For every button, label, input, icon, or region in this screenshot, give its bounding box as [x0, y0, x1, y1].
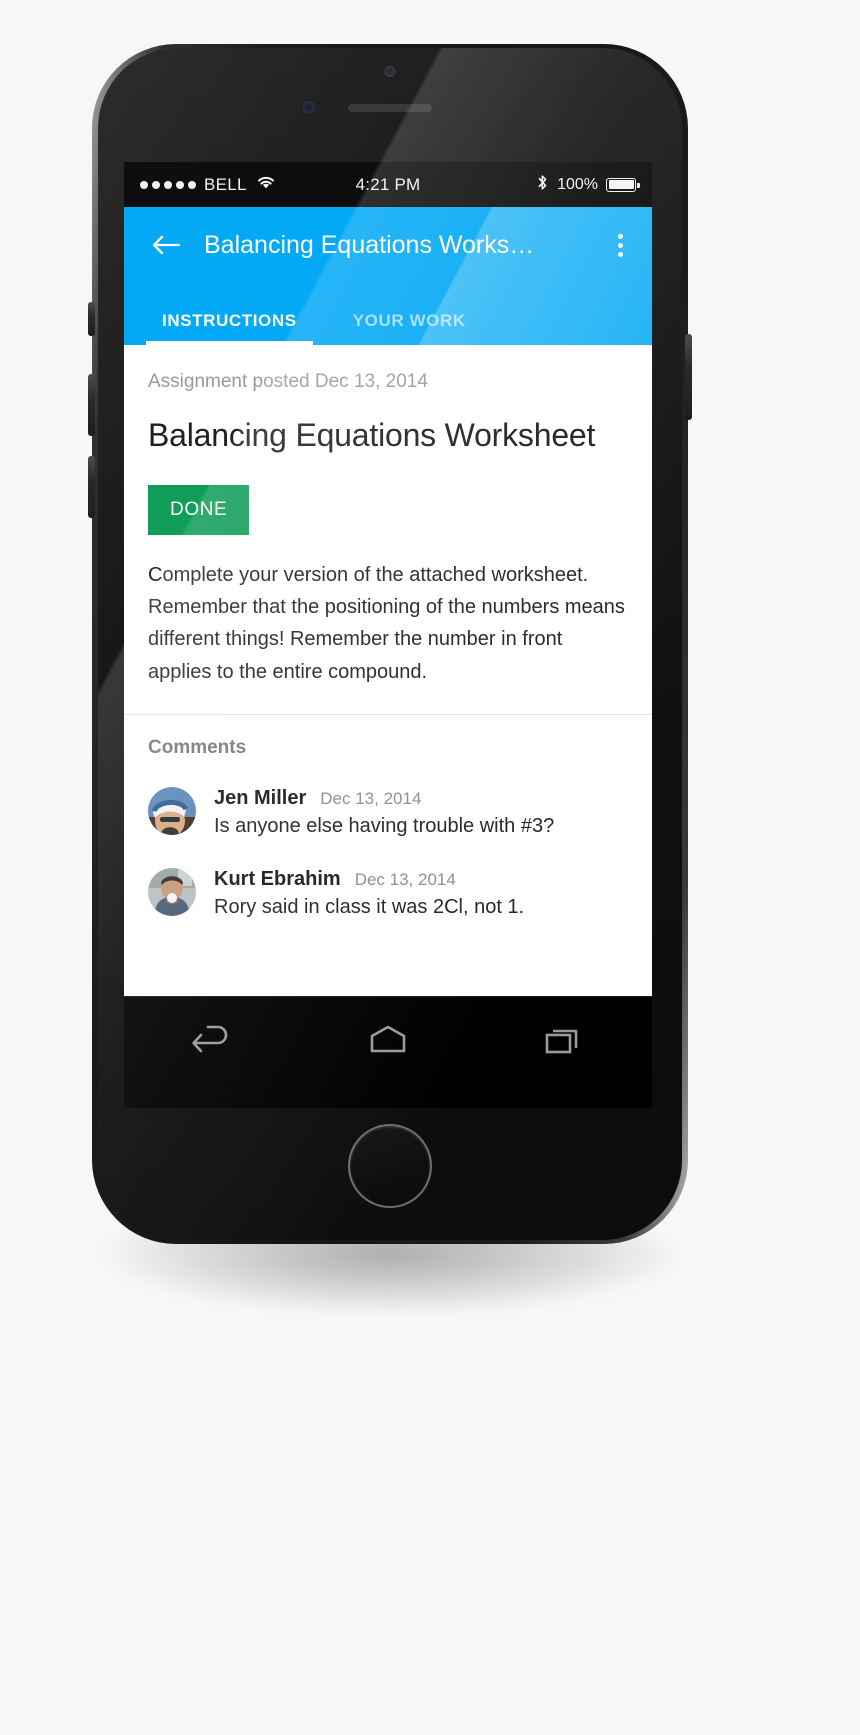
- silent-switch[interactable]: [88, 302, 95, 336]
- assignment-posted-date: Assignment posted Dec 13, 2014: [148, 371, 428, 392]
- tab-instructions[interactable]: INSTRUCTIONS: [134, 283, 325, 345]
- comment-text: Rory said in class it was 2Cl, not 1.: [214, 896, 525, 919]
- proximity-sensor-icon: [303, 101, 315, 113]
- home-button[interactable]: [348, 1124, 432, 1208]
- screenshot-stage: BELL 4:21 PM 100% Balancing Equations Wo…: [0, 0, 860, 1735]
- status-bar-right: 100%: [536, 173, 640, 197]
- page-title: Balancing Equations Works…: [204, 230, 535, 259]
- comment-text: Is anyone else having trouble with #3?: [214, 815, 555, 838]
- android-nav-bar: [124, 996, 652, 1082]
- app-bar: Balancing Equations Works… INSTRUCTIONS …: [124, 207, 652, 345]
- volume-up-button[interactable]: [88, 374, 95, 436]
- bluetooth-icon: [536, 173, 549, 197]
- tab-bar: INSTRUCTIONS YOUR WORK: [124, 283, 652, 345]
- tab-instructions-label: INSTRUCTIONS: [162, 311, 297, 330]
- comment-date: Dec 13, 2014: [354, 870, 456, 890]
- overflow-menu-icon[interactable]: [602, 223, 638, 267]
- phone-screen: BELL 4:21 PM 100% Balancing Equations Wo…: [124, 162, 652, 1108]
- comment-body: Jen Miller Dec 13, 2014 Is anyone else h…: [214, 787, 628, 840]
- phone-mockup: BELL 4:21 PM 100% Balancing Equations Wo…: [88, 44, 692, 1314]
- avatar: [148, 787, 196, 836]
- assignment-detail-block: Assignment posted Dec 13, 2014 Balancing…: [124, 345, 652, 714]
- comment-body: Kurt Ebrahim Dec 13, 2014 Rory said in c…: [214, 868, 628, 921]
- power-button[interactable]: [685, 334, 692, 420]
- comments-section: Comments Jen Miller Dec 13, 2014 Is anyo…: [124, 715, 652, 921]
- assignment-content: Assignment posted Dec 13, 2014 Balancing…: [124, 345, 652, 996]
- avatar: [148, 868, 196, 917]
- earpiece-speaker: [348, 104, 432, 112]
- back-arrow-icon[interactable]: [146, 225, 186, 265]
- comments-heading: Comments: [148, 737, 247, 759]
- battery-icon: [606, 177, 640, 192]
- comment-meta: Kurt Ebrahim Dec 13, 2014: [214, 868, 628, 891]
- status-badge: DONE: [148, 484, 250, 535]
- app-bar-top-row: Balancing Equations Works…: [124, 207, 652, 283]
- android-home-icon[interactable]: [350, 1012, 426, 1068]
- status-bar: BELL 4:21 PM 100%: [124, 162, 652, 207]
- volume-down-button[interactable]: [88, 456, 95, 518]
- comment-author: Jen Miller: [214, 787, 307, 810]
- comment-item[interactable]: Kurt Ebrahim Dec 13, 2014 Rory said in c…: [148, 840, 628, 921]
- assignment-title: Balancing Equations Worksheet: [148, 417, 596, 453]
- comment-date: Dec 13, 2014: [320, 789, 422, 809]
- android-recents-icon[interactable]: [526, 1012, 602, 1068]
- front-camera-icon: [384, 66, 396, 77]
- android-back-icon[interactable]: [174, 1012, 250, 1068]
- tab-your-work[interactable]: YOUR WORK: [325, 283, 494, 345]
- comment-meta: Jen Miller Dec 13, 2014: [214, 787, 628, 810]
- comment-item[interactable]: Jen Miller Dec 13, 2014 Is anyone else h…: [148, 759, 628, 840]
- comment-author: Kurt Ebrahim: [214, 868, 341, 891]
- assignment-description: Complete your version of the attached wo…: [148, 563, 625, 683]
- tab-your-work-label: YOUR WORK: [352, 311, 466, 330]
- battery-percent-label: 100%: [557, 175, 598, 193]
